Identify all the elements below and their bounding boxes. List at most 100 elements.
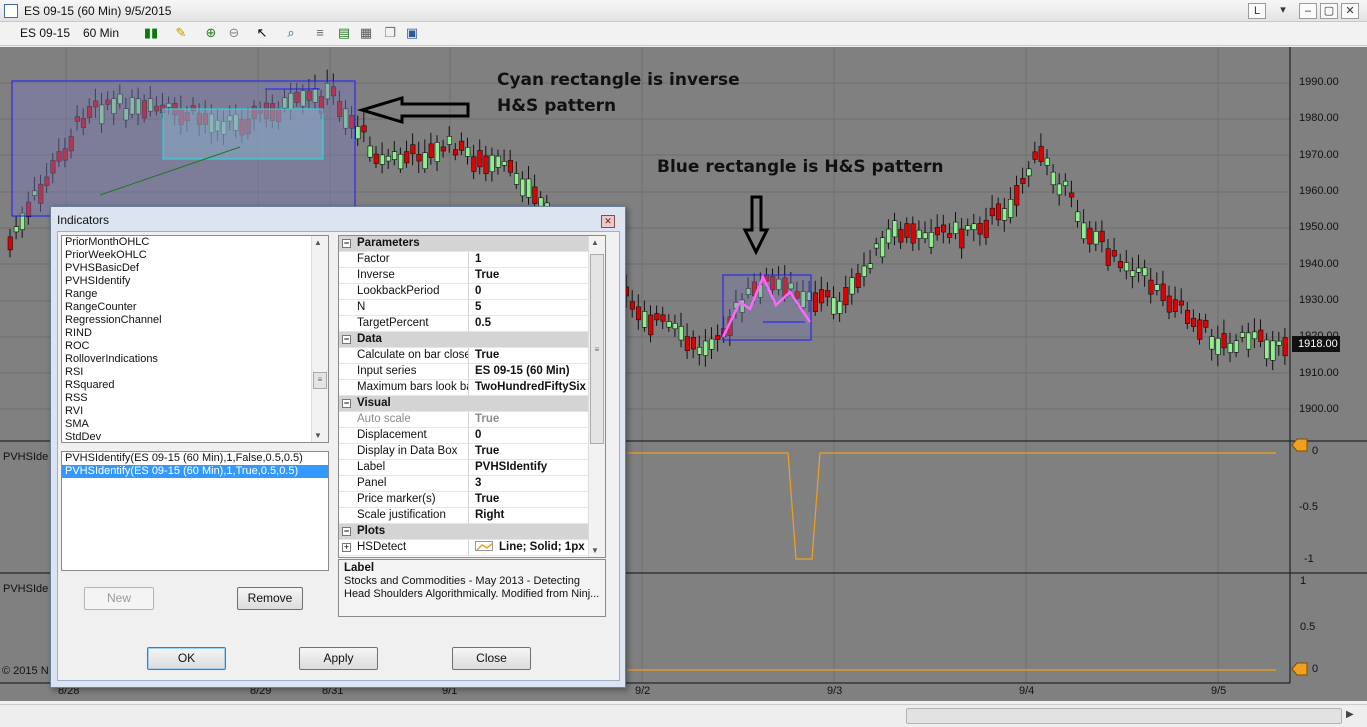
- property-value[interactable]: Line; Solid; 1px: [471, 540, 601, 556]
- indicator-list-item[interactable]: RangeCounter: [62, 301, 328, 314]
- maximize-button[interactable]: ▢: [1320, 3, 1338, 19]
- indicator-list-item[interactable]: PVHSBasicDef: [62, 262, 328, 275]
- new-button[interactable]: New: [84, 587, 154, 610]
- apply-button[interactable]: Apply: [299, 647, 378, 670]
- close-window-button[interactable]: ✕: [1341, 3, 1359, 19]
- indicator-list-item[interactable]: RIND: [62, 327, 328, 340]
- properties-icon[interactable]: ≡: [312, 25, 328, 41]
- applied-indicator-item[interactable]: PVHSIdentify(ES 09-15 (60 Min),1,False,0…: [62, 452, 328, 465]
- data-box-icon[interactable]: ▣: [404, 25, 420, 41]
- property-value[interactable]: TwoHundredFiftySix: [471, 380, 601, 396]
- scroll-right-icon[interactable]: ▶: [1346, 709, 1354, 720]
- window-title: ES 09-15 (60 Min) 9/5/2015: [24, 4, 172, 18]
- applied-indicators-list[interactable]: PVHSIdentify(ES 09-15 (60 Min),1,False,0…: [61, 451, 329, 571]
- ok-button[interactable]: OK: [147, 647, 226, 670]
- available-list-scrollbar[interactable]: ▲ ≡ ▼: [311, 236, 328, 442]
- dialog-close-icon[interactable]: ✕: [601, 215, 615, 228]
- property-value[interactable]: 0: [471, 428, 601, 444]
- scroll-thumb[interactable]: [906, 708, 1342, 724]
- property-category[interactable]: − Data: [339, 332, 605, 348]
- copy-icon[interactable]: ❐: [382, 25, 398, 41]
- zoom-in-icon[interactable]: ⊕: [203, 25, 219, 41]
- property-value[interactable]: True: [471, 348, 601, 364]
- indicator-list-item[interactable]: Range: [62, 288, 328, 301]
- chart-app-icon: [4, 4, 18, 18]
- close-button[interactable]: Close: [452, 647, 531, 670]
- property-row[interactable]: Scale justification Right: [339, 508, 605, 524]
- property-name: Auto scale: [339, 412, 469, 428]
- annotation-cyan-line1: Cyan rectangle is inverse: [497, 70, 740, 90]
- indicator-list-item[interactable]: SMA: [62, 418, 328, 431]
- property-name: TargetPercent: [339, 316, 469, 332]
- property-value[interactable]: True: [471, 268, 601, 284]
- property-value[interactable]: 0: [471, 284, 601, 300]
- indicator-list-item[interactable]: RVI: [62, 405, 328, 418]
- bar-style-icon[interactable]: ▮▮: [143, 25, 159, 41]
- property-value[interactable]: True: [471, 412, 601, 428]
- last-price-marker: 1918.00: [1292, 336, 1340, 352]
- applied-indicator-item-selected[interactable]: PVHSIdentify(ES 09-15 (60 Min),1,True,0.…: [62, 465, 328, 478]
- pencil-draw-icon[interactable]: ✎: [173, 25, 189, 41]
- property-category[interactable]: − Parameters: [339, 236, 605, 252]
- link-button[interactable]: L: [1248, 3, 1266, 19]
- indicator-list-item[interactable]: RSS: [62, 392, 328, 405]
- property-row[interactable]: + HSDetect Line; Solid; 1px: [339, 540, 605, 556]
- property-row[interactable]: Displacement 0: [339, 428, 605, 444]
- indicator-list-item[interactable]: RolloverIndications: [62, 353, 328, 366]
- price-tick: 1910.00: [1299, 367, 1339, 379]
- property-value[interactable]: 5: [471, 300, 601, 316]
- property-row[interactable]: Panel 3: [339, 476, 605, 492]
- zoom-out-icon[interactable]: ⊖: [226, 25, 242, 41]
- property-row[interactable]: TargetPercent 0.5: [339, 316, 605, 332]
- property-row[interactable]: Inverse True: [339, 268, 605, 284]
- indicator-list-item[interactable]: PriorMonthOHLC: [62, 236, 328, 249]
- property-value[interactable]: ES 09-15 (60 Min): [471, 364, 601, 380]
- properties-grid[interactable]: − Parameters Factor 1 Inverse True LookbackPer…: [338, 235, 606, 558]
- indicator-list-item[interactable]: RSI: [62, 366, 328, 379]
- category-label: Parameters: [357, 237, 420, 249]
- property-row[interactable]: Label PVHSIdentify: [339, 460, 605, 476]
- indicator-list-item[interactable]: PVHSIdentify: [62, 275, 328, 288]
- property-row[interactable]: Calculate on bar close True: [339, 348, 605, 364]
- minimize-button[interactable]: –: [1299, 3, 1317, 19]
- property-description: Label Stocks and Commodities - May 2013 …: [338, 559, 606, 617]
- properties-scrollbar[interactable]: ▲ ≡ ▼: [588, 236, 605, 557]
- indicator-list-item[interactable]: RSquared: [62, 379, 328, 392]
- instrument-selector[interactable]: ES 09-15: [20, 26, 70, 40]
- property-row[interactable]: N5: [339, 300, 605, 316]
- property-value[interactable]: PVHSIdentify: [471, 460, 601, 476]
- price-tick: 1970.00: [1299, 149, 1339, 161]
- property-name: Price marker(s): [339, 492, 469, 508]
- property-category[interactable]: − Visual: [339, 396, 605, 412]
- interval-selector[interactable]: 60 Min: [83, 26, 119, 40]
- property-value[interactable]: 0.5: [471, 316, 601, 332]
- strategies-icon[interactable]: ▦: [358, 25, 374, 41]
- property-row[interactable]: Maximum bars look ba TwoHundredFiftySix: [339, 380, 605, 396]
- available-indicators-list[interactable]: PriorMonthOHLC PriorWeekOHLC PVHSBasicDef P…: [61, 235, 329, 443]
- chart-horizontal-scrollbar[interactable]: ▶: [0, 704, 1367, 727]
- remove-button[interactable]: Remove: [237, 587, 303, 610]
- property-value[interactable]: True: [471, 492, 601, 508]
- dropdown-icon[interactable]: ▾: [1274, 3, 1292, 19]
- property-category[interactable]: − Plots: [339, 524, 605, 540]
- property-row[interactable]: Price marker(s) True: [339, 492, 605, 508]
- property-row[interactable]: LookbackPeriod 0: [339, 284, 605, 300]
- indicator-list-item[interactable]: RegressionChannel: [62, 314, 328, 327]
- property-row[interactable]: Auto scale True: [339, 412, 605, 428]
- indicators-icon[interactable]: ▤: [336, 25, 352, 41]
- property-row[interactable]: Input series ES 09-15 (60 Min): [339, 364, 605, 380]
- property-name: Display in Data Box: [339, 444, 469, 460]
- property-value[interactable]: 1: [471, 252, 601, 268]
- property-row[interactable]: Display in Data Box True: [339, 444, 605, 460]
- description-title: Label: [344, 562, 375, 574]
- indicator-list-item[interactable]: StdDev: [62, 431, 328, 442]
- property-row[interactable]: Factor 1: [339, 252, 605, 268]
- panel3-label: PVHSIde: [3, 583, 49, 595]
- property-value[interactable]: True: [471, 444, 601, 460]
- magnifier-icon[interactable]: ⌕: [283, 25, 299, 41]
- indicator-list-item[interactable]: ROC: [62, 340, 328, 353]
- cursor-icon[interactable]: ↖: [254, 25, 270, 41]
- property-value[interactable]: Right: [471, 508, 601, 524]
- property-value[interactable]: 3: [471, 476, 601, 492]
- indicator-list-item[interactable]: PriorWeekOHLC: [62, 249, 328, 262]
